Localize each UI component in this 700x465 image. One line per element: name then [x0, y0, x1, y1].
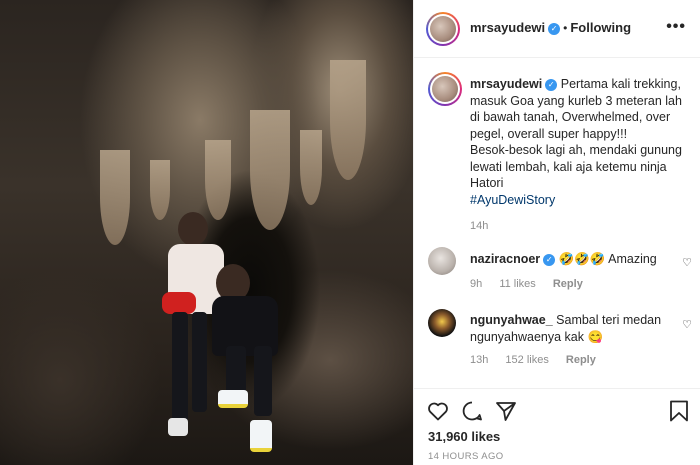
- header-separator: •: [563, 21, 568, 35]
- comment-content: ngunyahwaenya kak 😋: [470, 329, 604, 344]
- caption-time: 14h: [470, 220, 489, 232]
- stalactite: [250, 110, 290, 230]
- comment-content: 🤣🤣🤣 Amazing: [558, 252, 657, 266]
- stalactite: [330, 60, 366, 180]
- caption-line: masuk Goa yang kurleb 3 meteran lah: [470, 93, 682, 108]
- caption-line: lewati lembah, kali aja ketemu ninja: [470, 159, 667, 174]
- comment-time: 13h: [470, 354, 489, 366]
- avatar[interactable]: [428, 247, 456, 275]
- more-icon[interactable]: •••: [666, 18, 686, 36]
- comment-meta: 13h 152 likes Reply: [470, 354, 610, 366]
- comment-username[interactable]: naziracnoer: [470, 252, 540, 266]
- comment-text: naziracnoer ✓ 🤣🤣🤣 Amazing: [470, 251, 670, 268]
- stalactite: [100, 150, 130, 245]
- comment-username[interactable]: ngunyahwae_: [470, 313, 553, 327]
- comment-likes[interactable]: 11 likes: [499, 278, 535, 290]
- caption-line: pegel, overall super happy!!!: [470, 126, 628, 141]
- verified-icon: ✓: [545, 78, 558, 91]
- verified-icon: ✓: [548, 22, 561, 35]
- avatar[interactable]: [426, 12, 460, 46]
- comment-like-icon[interactable]: ♡: [682, 318, 692, 331]
- stalactite: [150, 160, 170, 220]
- comment-likes[interactable]: 152 likes: [505, 354, 548, 366]
- share-icon[interactable]: [494, 399, 518, 423]
- reply-button[interactable]: Reply: [553, 278, 583, 290]
- comment-text: ngunyahwae_ Sambal teri medan ngunyahwae…: [470, 312, 670, 345]
- reply-button[interactable]: Reply: [566, 354, 596, 366]
- comment-content: Sambal teri medan: [556, 313, 662, 327]
- caption-text: mrsayudewi ✓ Pertama kali trekking, masuk…: [470, 76, 690, 235]
- caption-avatar[interactable]: [428, 72, 462, 106]
- comment-meta: 9h 11 likes Reply: [470, 278, 597, 290]
- heart-icon[interactable]: [426, 399, 450, 423]
- caption-line: Pertama kali trekking,: [560, 77, 681, 91]
- caption-line: Besok-besok lagi ah, mendaki gunung: [470, 143, 682, 157]
- post-actions: 31,960 likes 14 HOURS AGO: [414, 388, 700, 465]
- comment-time: 9h: [470, 278, 483, 290]
- post-header: mrsayudewi ✓ • Following •••: [414, 0, 700, 58]
- caption-hashtag[interactable]: #AyuDewiStory: [470, 193, 555, 207]
- following-button[interactable]: Following: [570, 20, 631, 35]
- comment-icon[interactable]: [460, 399, 484, 423]
- header-username[interactable]: mrsayudewi: [470, 20, 545, 35]
- post-timestamp: 14 HOURS AGO: [428, 451, 504, 462]
- post-sidebar: mrsayudewi ✓ • Following ••• mrsayudewi ✓ Pe…: [414, 0, 700, 465]
- stalactite: [205, 140, 231, 220]
- caption-username[interactable]: mrsayudewi: [470, 77, 542, 91]
- stalactite: [300, 130, 322, 205]
- post-photo[interactable]: [0, 0, 413, 465]
- comment-like-icon[interactable]: ♡: [682, 256, 692, 269]
- bookmark-icon[interactable]: [668, 399, 690, 423]
- caption-line: di bawah tanah, Overwhelmed, over: [470, 110, 671, 124]
- verified-icon: ✓: [543, 253, 556, 266]
- likes-count[interactable]: 31,960 likes: [428, 429, 500, 444]
- avatar[interactable]: [428, 309, 456, 337]
- caption-line: Hatori: [470, 176, 504, 190]
